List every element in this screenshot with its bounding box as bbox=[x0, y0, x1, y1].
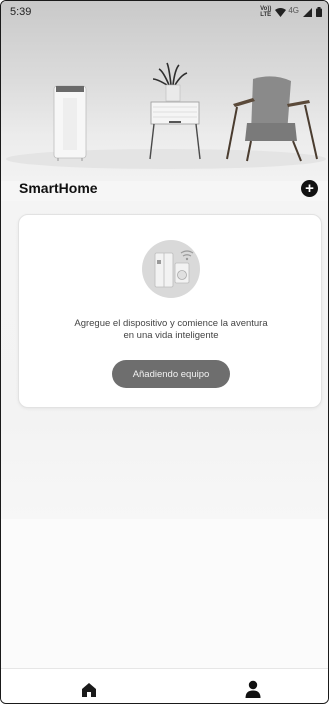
empty-state-line2: en una vida inteligente bbox=[123, 330, 219, 341]
page-title: SmartHome bbox=[19, 180, 98, 196]
empty-state-message: Agregue el dispositivo y comience la ave… bbox=[39, 318, 303, 342]
wifi-icon bbox=[275, 7, 287, 17]
hero-banner bbox=[1, 1, 328, 181]
network-type-label: 4G bbox=[288, 5, 299, 15]
add-equipment-button[interactable]: Añadiendo equipo bbox=[112, 360, 230, 388]
status-bar: 5:39 Vo)) LTE 4G bbox=[1, 1, 328, 23]
armchair-image bbox=[226, 76, 318, 162]
home-icon[interactable] bbox=[81, 682, 97, 698]
smart-appliances-icon bbox=[142, 240, 200, 298]
empty-state-line1: Agregue el dispositivo y comience la ave… bbox=[74, 318, 268, 329]
phone-screen: 5:39 Vo)) LTE 4G SmartHome + Agregue el … bbox=[0, 0, 329, 704]
header: SmartHome + bbox=[1, 175, 328, 201]
signal-icon bbox=[303, 7, 312, 17]
lower-background bbox=[1, 519, 328, 669]
side-table-image bbox=[149, 62, 201, 160]
air-purifier-image bbox=[53, 85, 87, 161]
add-device-button[interactable]: + bbox=[301, 179, 318, 197]
bottom-nav bbox=[1, 668, 328, 703]
status-time: 5:39 bbox=[10, 6, 32, 18]
volte-icon: Vo)) LTE bbox=[260, 6, 272, 18]
profile-icon[interactable] bbox=[245, 680, 261, 698]
empty-state-card: Agregue el dispositivo y comience la ave… bbox=[18, 214, 322, 408]
status-icons: Vo)) LTE 4G bbox=[260, 6, 322, 18]
plus-icon: + bbox=[305, 179, 314, 197]
living-room-scene bbox=[6, 62, 326, 169]
battery-icon bbox=[316, 7, 322, 17]
